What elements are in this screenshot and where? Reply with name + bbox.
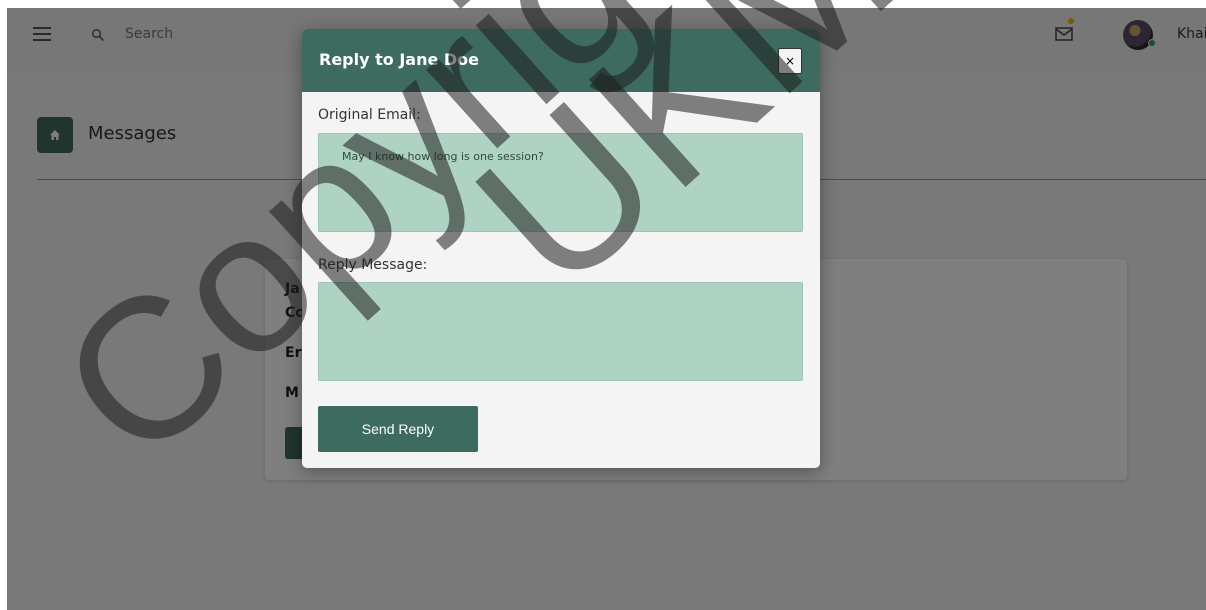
original-email-label: Original Email: [318,107,421,123]
original-email-text: May I know how long is one session? [342,150,544,163]
app-window: Search Khai Messages Ja Co Er M Reply to… [7,8,1206,610]
send-reply-button[interactable]: Send Reply [318,406,478,452]
close-button[interactable]: × [778,48,802,74]
reply-message-label: Reply Message: [318,257,428,273]
reply-modal: Reply to Jane Doe × Original Email: May … [302,29,820,468]
reply-message-input[interactable] [318,282,803,381]
modal-title: Reply to Jane Doe [319,50,480,69]
original-email-box: May I know how long is one session? [318,133,803,232]
modal-header: Reply to Jane Doe × [302,29,820,92]
